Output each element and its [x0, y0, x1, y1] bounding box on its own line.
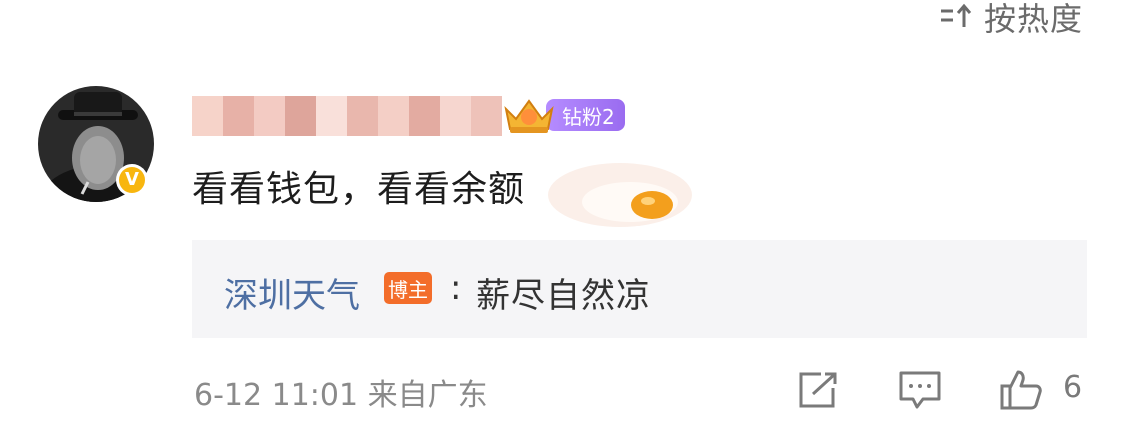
fan-badge[interactable]: 钻粉2: [500, 95, 625, 135]
share-button[interactable]: [796, 368, 842, 412]
share-icon: [799, 372, 837, 408]
reply-box[interactable]: 深圳天气 博主 : 薪尽自然凉: [192, 240, 1087, 338]
reply-colon: :: [450, 268, 462, 308]
comment-text: 看看钱包，看看余额: [192, 169, 526, 210]
fried-egg-icon: [548, 163, 692, 227]
sort-toggle[interactable]: 按热度: [938, 0, 1083, 40]
comment-meta: 6-12 11:01 来自广东: [194, 370, 488, 414]
crown-icon: [504, 99, 554, 133]
comment-time: 6-12 11:01: [194, 378, 359, 413]
sort-label: 按热度: [983, 0, 1083, 38]
role-tag: 博主: [384, 272, 432, 304]
reply-text: 薪尽自然凉: [476, 276, 651, 316]
comment-button[interactable]: [897, 368, 943, 412]
comment-location: 来自广东: [367, 378, 488, 413]
avatar[interactable]: V: [38, 86, 154, 202]
username-blurred[interactable]: [192, 96, 502, 136]
verified-badge: V: [116, 164, 148, 196]
comment-icon: [899, 371, 941, 409]
like-button[interactable]: [998, 368, 1044, 412]
like-count: 6: [1063, 370, 1083, 405]
sort-icon: [940, 3, 972, 27]
thumbs-up-icon: [1000, 370, 1042, 410]
reply-author[interactable]: 深圳天气: [224, 268, 360, 317]
